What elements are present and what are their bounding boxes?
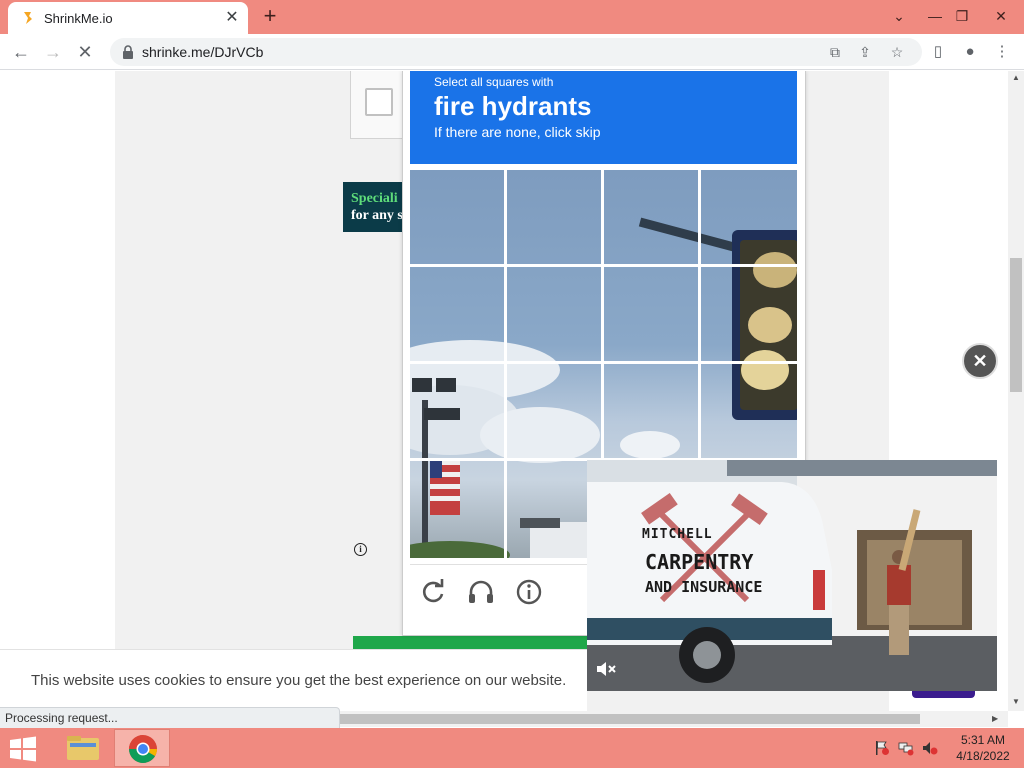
promo-banner[interactable]: Speciali for any s	[343, 182, 405, 232]
captcha-instruction: Select all squares with	[434, 75, 554, 89]
url-text: shrinke.me/DJrVCb	[142, 44, 264, 60]
popup-blocked-icon[interactable]: ⧉	[826, 44, 844, 60]
captcha-tile-2-4[interactable]	[701, 267, 795, 361]
menu-kebab-icon[interactable]: ⋮	[992, 42, 1012, 62]
recaptcha-checkbox[interactable]	[365, 88, 393, 116]
scroll-up-arrow-icon[interactable]: ▲	[1012, 73, 1020, 82]
captcha-tile-3-1[interactable]	[410, 364, 504, 458]
chrome-taskbar-button[interactable]	[114, 729, 170, 767]
video-brand-line-1: MITCHELL	[642, 527, 713, 542]
recaptcha-checkbox-widget	[350, 71, 410, 139]
browser-tab-bar: ShrinkMe.io ✕ + ⌄ — ❐ ✕	[0, 0, 1024, 34]
new-tab-button[interactable]: +	[258, 5, 282, 29]
captcha-tile-2-2[interactable]	[507, 267, 601, 361]
captcha-tile-1-2[interactable]	[507, 170, 601, 264]
captcha-tile-2-1[interactable]	[410, 267, 504, 361]
captcha-tile-1-4[interactable]	[701, 170, 795, 264]
reload-icon[interactable]	[418, 577, 448, 607]
horizontal-scroll-thumb[interactable]	[340, 714, 920, 724]
address-bar[interactable]: shrinke.me/DJrVCb ⧉ ⇪ ☆	[110, 38, 922, 66]
video-ad-player[interactable]: MITCHELL CARPENTRY AND INSURANCE	[587, 460, 997, 691]
vertical-scrollbar[interactable]: ▲ ▼	[1008, 71, 1024, 711]
scroll-down-arrow-icon[interactable]: ▼	[1012, 697, 1020, 706]
network-icon[interactable]	[898, 740, 914, 756]
captcha-tile-1-1[interactable]	[410, 170, 504, 264]
share-icon[interactable]: ⇪	[856, 44, 874, 60]
video-brand-line-2: CARPENTRY	[645, 550, 754, 574]
browser-tab[interactable]: ShrinkMe.io ✕	[8, 2, 248, 34]
captcha-tile-1-3[interactable]	[604, 170, 698, 264]
ad-info-icon[interactable]: i	[354, 543, 367, 556]
profile-avatar[interactable]: ●	[960, 42, 980, 62]
shrinkme-favicon-icon	[24, 12, 32, 24]
clock-time: 5:31 AM	[960, 733, 1006, 747]
clock-date: 4/18/2022	[956, 749, 1010, 763]
minimize-button[interactable]: —	[920, 4, 950, 28]
windows-start-icon[interactable]	[8, 736, 38, 762]
tab-close-icon[interactable]: ✕	[222, 8, 242, 28]
cookie-text: This website uses cookies to ensure you …	[31, 672, 567, 689]
captcha-tile-2-3[interactable]	[604, 267, 698, 361]
captcha-target: fire hydrants	[434, 91, 592, 121]
captcha-tile-3-3[interactable]	[604, 364, 698, 458]
side-panel-icon[interactable]: ▯	[928, 42, 948, 62]
audio-headphones-icon[interactable]	[466, 577, 496, 607]
captcha-tile-3-4[interactable]	[701, 364, 795, 458]
lock-icon	[123, 45, 133, 59]
system-clock[interactable]: 5:31 AM 4/18/2022	[948, 732, 1018, 764]
back-button[interactable]: ←	[8, 40, 34, 64]
captcha-sub-instruction: If there are none, click skip	[434, 124, 601, 140]
bookmark-star-icon[interactable]: ☆	[888, 44, 906, 60]
captcha-header: Select all squares with fire hydrants If…	[410, 71, 797, 164]
close-window-button[interactable]: ✕	[986, 4, 1016, 28]
info-icon[interactable]	[514, 577, 544, 607]
tab-title: ShrinkMe.io	[44, 11, 113, 26]
video-brand-line-3: AND INSURANCE	[645, 578, 763, 596]
windows-taskbar: 5:31 AM 4/18/2022	[0, 728, 1024, 768]
tab-search-chevron-down-icon[interactable]: ⌄	[884, 4, 914, 28]
chrome-icon	[129, 735, 157, 763]
browser-toolbar: ← → ✕ shrinke.me/DJrVCb ⧉ ⇪ ☆ ▯ ● ⋮	[0, 34, 1024, 70]
status-bubble: Processing request...	[0, 707, 340, 729]
video-frame-image	[587, 460, 997, 691]
vertical-scroll-thumb[interactable]	[1010, 258, 1022, 392]
file-explorer-icon[interactable]	[56, 729, 112, 767]
action-center-flag-icon[interactable]	[874, 740, 890, 756]
captcha-tile-4-1[interactable]	[410, 461, 504, 555]
restore-button[interactable]: ❐	[947, 4, 977, 28]
forward-button[interactable]: →	[40, 40, 66, 64]
scroll-right-arrow-icon[interactable]: ▶	[992, 714, 998, 723]
stop-loading-button[interactable]: ✕	[72, 40, 98, 64]
volume-muted-icon[interactable]	[922, 740, 938, 756]
muted-speaker-icon[interactable]	[595, 660, 617, 678]
cookie-consent-bar: This website uses cookies to ensure you …	[0, 649, 587, 711]
video-close-button[interactable]: ✕	[962, 343, 998, 379]
promo-line-1: Speciali	[351, 191, 398, 206]
page-viewport: Speciali for any s i Select all squares …	[0, 71, 1008, 711]
captcha-tile-3-2[interactable]	[507, 364, 601, 458]
promo-line-2: for any s	[351, 208, 403, 223]
